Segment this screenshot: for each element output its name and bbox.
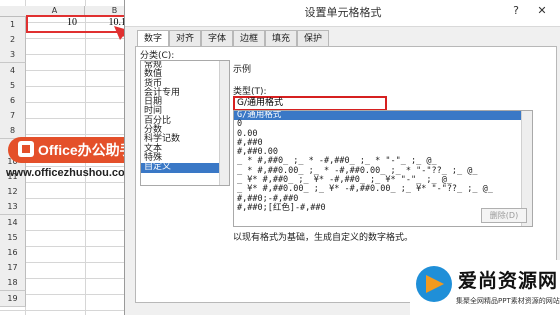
row-header[interactable]: 17 [0, 260, 26, 277]
category-scrollbar[interactable] [219, 61, 229, 185]
row-header[interactable]: 14 [0, 214, 26, 231]
category-item[interactable]: 自定义 [141, 162, 229, 173]
format-item[interactable]: 0.00 [234, 129, 532, 139]
office-logo-icon [18, 141, 34, 158]
play-logo-icon [416, 266, 452, 302]
format-description: 以现有格式为基础，生成自定义的数字格式。 [233, 233, 414, 243]
row-header[interactable]: 3 [0, 47, 26, 64]
watermark-title: 爱尚资源网 [458, 270, 559, 292]
row-header[interactable]: 19 [0, 290, 26, 307]
row-header[interactable]: 7 [0, 108, 26, 125]
row-header[interactable]: 6 [0, 93, 26, 109]
dialog-title-bar: 设置单元格格式 ? ✕ [125, 0, 560, 27]
badge-text: Office办公助手 [38, 142, 134, 158]
select-all-corner[interactable] [0, 6, 26, 17]
help-button[interactable]: ? [505, 2, 527, 20]
row-header[interactable]: 13 [0, 199, 26, 216]
category-list[interactable]: 常规 数值 货币 会计专用 日期 时间 百分比 分数 科学记数 文本 特殊 自定义 [140, 60, 230, 186]
type-input[interactable]: G/通用格式 [233, 96, 387, 111]
row-header[interactable]: 1 [0, 17, 26, 33]
watermark: 爱尚资源网 集聚全网精品PPT素材资源的网站 [410, 260, 560, 315]
format-item[interactable]: G/通用格式 [234, 111, 532, 121]
site-url: www.officezhushou.com [6, 167, 135, 179]
row-header[interactable]: 12 [0, 184, 26, 201]
format-item[interactable]: #,##0 [234, 138, 532, 148]
row-header[interactable]: 2 [0, 32, 26, 49]
dialog-title: 设置单元格格式 [304, 6, 382, 19]
close-button[interactable]: ✕ [531, 2, 553, 20]
row-header[interactable]: 16 [0, 245, 26, 261]
sample-label: 示例 [233, 65, 252, 75]
row-header[interactable]: 18 [0, 275, 26, 292]
row-header[interactable]: 15 [0, 229, 26, 246]
row-header[interactable]: 4 [0, 62, 26, 79]
delete-button[interactable]: 删除(D) [481, 208, 527, 223]
watermark-subtitle: 集聚全网精品PPT素材资源的网站 [456, 297, 560, 305]
format-item[interactable]: 0 [234, 119, 532, 129]
row-header[interactable]: 5 [0, 77, 26, 94]
